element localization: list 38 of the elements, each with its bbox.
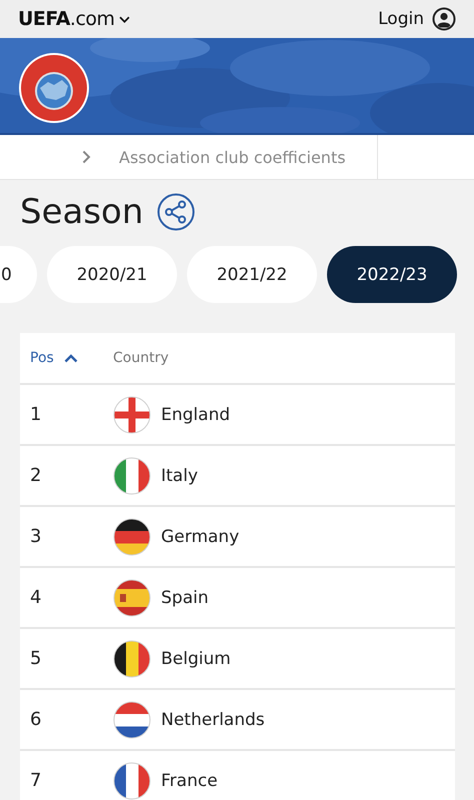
crest-icon bbox=[18, 52, 90, 124]
position-cell: 5 bbox=[30, 648, 42, 669]
country-cell: Belgium bbox=[161, 648, 231, 668]
flag-icon bbox=[113, 578, 151, 616]
country-cell: England bbox=[161, 404, 230, 424]
position-cell: 7 bbox=[30, 770, 42, 791]
season-tab[interactable]: 0 bbox=[0, 246, 37, 303]
country-cell: France bbox=[161, 770, 218, 790]
position-cell: 2 bbox=[30, 465, 42, 486]
flag-icon bbox=[113, 640, 151, 678]
position-cell: 3 bbox=[30, 526, 42, 547]
sort-ascending-icon bbox=[64, 354, 78, 362]
season-tab[interactable]: 2021/22 bbox=[187, 246, 317, 303]
position-cell: 6 bbox=[30, 709, 42, 730]
flag-icon bbox=[113, 700, 151, 738]
season-tab[interactable]: 2020/21 bbox=[47, 246, 177, 303]
flag-icon bbox=[113, 456, 151, 494]
chevron-down-icon bbox=[118, 16, 130, 22]
user-icon bbox=[432, 7, 456, 31]
section-title: Season bbox=[20, 192, 144, 232]
site-logo[interactable]: UEFA.com bbox=[18, 8, 130, 30]
position-cell: 4 bbox=[30, 587, 42, 608]
country-cell: Spain bbox=[161, 588, 208, 608]
share-icon[interactable] bbox=[157, 193, 196, 231]
position-cell: 1 bbox=[30, 404, 42, 425]
flag-icon bbox=[113, 762, 151, 800]
flag-icon bbox=[113, 396, 151, 434]
brand-domain: .com bbox=[70, 8, 115, 30]
season-tab[interactable]: 2022/23 bbox=[327, 246, 457, 303]
brand-name: UEFA bbox=[18, 8, 70, 30]
login-button[interactable]: Login bbox=[378, 7, 456, 31]
column-header: Country bbox=[113, 350, 169, 366]
flag-icon bbox=[113, 518, 151, 556]
country-cell: Italy bbox=[161, 466, 198, 486]
chevron-right-icon bbox=[82, 150, 91, 164]
sort-header[interactable]: Pos bbox=[30, 350, 54, 366]
country-cell: Netherlands bbox=[161, 710, 265, 730]
country-cell: Germany bbox=[161, 526, 240, 546]
